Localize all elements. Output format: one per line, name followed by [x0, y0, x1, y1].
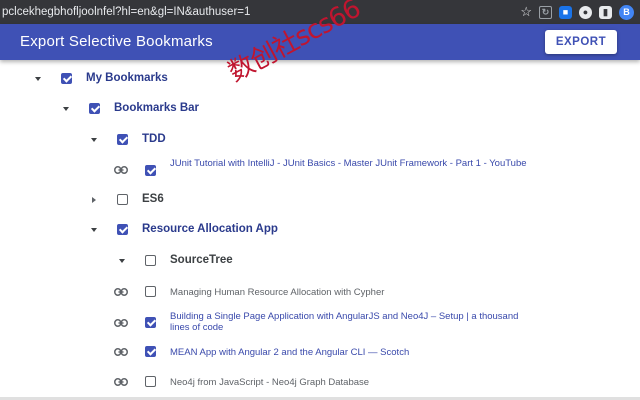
bookmark-label[interactable]: MEAN App with Angular 2 and the Angular … — [170, 347, 409, 358]
tree-row-tdd: TDD — [0, 129, 640, 151]
tree-row-sourcetree: SourceTree — [0, 250, 640, 272]
expand-icon[interactable] — [91, 228, 97, 232]
link-icon — [114, 166, 128, 174]
tree-row-es6: ES6 — [0, 189, 640, 211]
folder-label: SourceTree — [170, 254, 233, 266]
expand-icon[interactable] — [92, 197, 96, 203]
bookmark-label[interactable]: Building a Single Page Application with … — [170, 311, 530, 333]
expand-icon[interactable] — [119, 259, 125, 263]
link-icon — [114, 288, 128, 296]
tree-row-neo4j: Neo4j from JavaScript - Neo4j Graph Data… — [0, 371, 640, 393]
checkbox[interactable] — [145, 255, 156, 266]
tree-row-resource-allocation-app: Resource Allocation App — [0, 219, 640, 241]
bookmark-label[interactable]: Neo4j from JavaScript - Neo4j Graph Data… — [170, 377, 369, 388]
url-text[interactable]: pclcekhegbhofljoolnfel?hl=en&gl=IN&authu… — [0, 6, 520, 18]
checkbox[interactable] — [117, 194, 128, 205]
folder-label: My Bookmarks — [86, 72, 168, 84]
checkbox[interactable] — [145, 376, 156, 387]
bookmark-label[interactable]: JUnit Tutorial with IntelliJ - JUnit Bas… — [170, 158, 530, 169]
checkbox[interactable] — [145, 165, 156, 176]
extension-icon[interactable]: ↻ — [539, 5, 552, 19]
tree-row-managing: Managing Human Resource Allocation with … — [0, 281, 640, 303]
export-button[interactable]: EXPORT — [545, 30, 617, 54]
tree-row-mean: MEAN App with Angular 2 and the Angular … — [0, 341, 640, 363]
expand-icon[interactable] — [91, 138, 97, 142]
checkbox[interactable] — [89, 103, 100, 114]
expand-icon[interactable] — [63, 107, 69, 111]
folder-label: Resource Allocation App — [142, 223, 278, 235]
expand-icon[interactable] — [35, 77, 41, 81]
folder-label: Bookmarks Bar — [114, 102, 200, 114]
tree-row-bookmarks-bar: Bookmarks Bar — [0, 98, 640, 120]
star-icon[interactable]: ☆ — [520, 4, 532, 20]
app-title: Export Selective Bookmarks — [20, 33, 213, 50]
link-icon — [114, 378, 128, 386]
bookmark-label[interactable]: Managing Human Resource Allocation with … — [170, 287, 384, 298]
extension-icon[interactable]: B — [619, 4, 634, 20]
folder-label: ES6 — [142, 193, 164, 205]
tree-row-my-bookmarks: My Bookmarks — [0, 68, 640, 90]
checkbox[interactable] — [145, 317, 156, 328]
checkbox[interactable] — [117, 224, 128, 235]
folder-label: TDD — [142, 133, 166, 145]
extension-icon[interactable]: ■ — [559, 5, 572, 19]
link-icon — [114, 348, 128, 356]
extension-icon[interactable]: ● — [579, 5, 592, 19]
link-icon — [114, 319, 128, 327]
checkbox[interactable] — [117, 134, 128, 145]
tree-row-building: Building a Single Page Application with … — [0, 309, 640, 337]
extension-icon[interactable]: ▮ — [599, 5, 612, 19]
checkbox[interactable] — [145, 286, 156, 297]
checkbox[interactable] — [145, 346, 156, 357]
tree-row-junit: JUnit Tutorial with IntelliJ - JUnit Bas… — [0, 156, 640, 184]
checkbox[interactable] — [61, 73, 72, 84]
